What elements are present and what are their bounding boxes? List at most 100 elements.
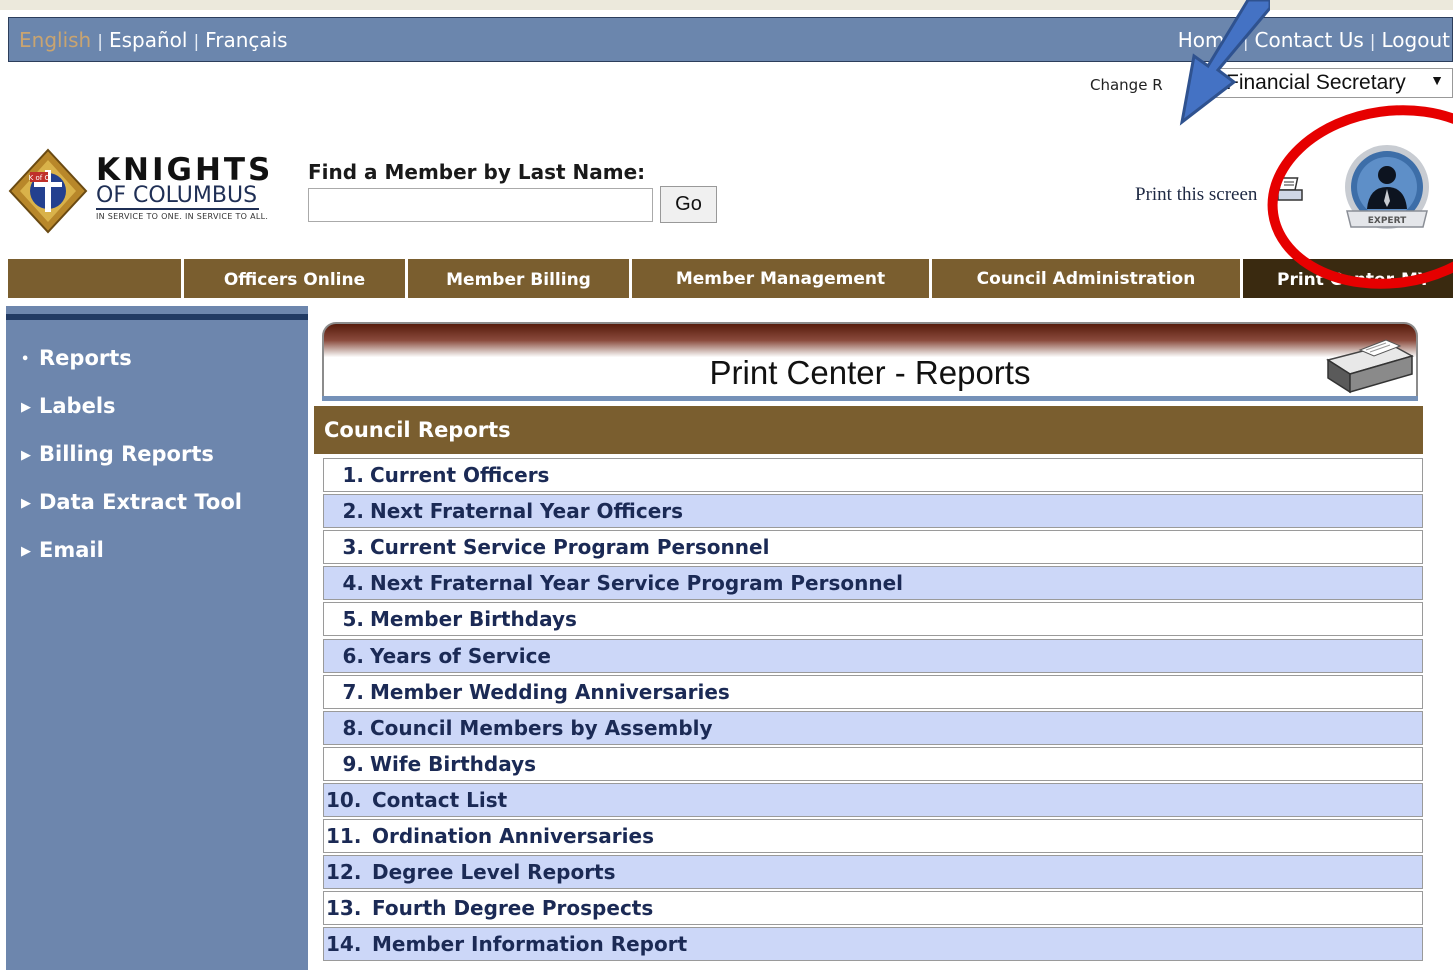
emblem-icon: K of C [8,148,88,234]
print-center-header: Print Center - Reports [322,322,1418,398]
logo-tagline: IN SERVICE TO ONE. IN SERVICE TO ALL. [96,212,269,221]
svg-text:K of C: K of C [29,174,50,182]
report-label: Current Officers [370,463,550,487]
report-item[interactable]: 11. Ordination Anniversaries [323,819,1423,853]
report-label: Fourth Degree Prospects [372,896,654,921]
go-button[interactable]: Go [660,186,717,223]
report-item[interactable]: 12. Degree Level Reports [323,855,1423,890]
tab-member-management[interactable]: Member Management [629,259,929,298]
report-label: Years of Service [370,643,551,668]
report-item[interactable]: 3. Current Service Program Personnel [323,530,1423,565]
sidebar-item-labels[interactable]: ▶ Labels [21,394,116,418]
report-label: Member Information Report [372,932,688,957]
main-nav: Officers Online Member Billing Member Ma… [8,259,1453,298]
bullet-icon: • [21,352,30,367]
report-number: 12. [326,860,362,885]
report-number: 9. [342,751,364,776]
report-item[interactable]: 7. Member Wedding Anniversaries [323,674,1423,709]
report-number: 14. [326,932,362,957]
caret-right-icon: ▶ [21,448,31,463]
header-underline [322,396,1418,401]
find-member-label: Find a Member by Last Name: [308,160,646,184]
logo-word-columbus: OF COLUMBUS [96,183,260,210]
sidebar-item-label: Labels [39,394,116,418]
report-number: 11. [326,824,362,848]
contact-us-link[interactable]: Contact Us [1255,28,1364,52]
report-label: Next Fraternal Year Officers [370,499,684,524]
report-label: Wife Birthdays [370,751,537,776]
caret-right-icon: ▶ [21,400,31,415]
report-label: Current Service Program Personnel [370,535,770,560]
report-label: Next Fraternal Year Service Program Pers… [370,571,904,596]
language-links: English | Español | Français [19,28,288,52]
sidebar-item-label: Email [39,538,104,562]
report-label: Ordination Anniversaries [372,824,654,848]
knights-of-columbus-logo[interactable]: K of C KNIGHTS OF COLUMBUS IN SERVICE TO… [8,148,298,234]
sidebar-divider [6,314,308,320]
report-number: 7. [342,679,364,704]
report-label: Contact List [372,787,508,812]
tab-member-billing[interactable]: Member Billing [405,259,629,298]
report-number: 6. [342,643,364,668]
report-number: 13. [326,896,362,921]
top-strip [0,0,1453,10]
report-item[interactable]: 13. Fourth Degree Prospects [323,891,1423,926]
sidebar-item-billing-reports[interactable]: ▶ Billing Reports [21,442,214,466]
report-list: 1. Current Officers 2. Next Fraternal Year … [314,454,1423,966]
report-number: 1. [342,463,364,487]
page-title: Print Center - Reports [709,354,1031,391]
sidebar-item-data-extract-tool[interactable]: ▶ Data Extract Tool [21,490,242,514]
separator: | [1242,32,1249,52]
sidebar-item-label: Billing Reports [39,442,214,466]
sidebar-item-reports[interactable]: • Reports [21,346,132,370]
sidebar-item-label: Data Extract Tool [39,490,242,514]
separator: | [193,32,200,52]
role-select[interactable]: Financial Secretary ▼ [1213,68,1453,98]
report-item[interactable]: 9. Wife Birthdays [323,746,1423,781]
change-role-label: Change R [1090,76,1163,94]
report-item[interactable]: 14. Member Information Report [323,927,1423,962]
separator: | [97,32,103,52]
report-item[interactable]: 2. Next Fraternal Year Officers [323,494,1423,529]
expert-badge-icon[interactable]: EXPERT [1337,143,1441,243]
report-number: 8. [342,715,364,740]
report-number: 10. [326,787,362,812]
report-label: Degree Level Reports [372,860,616,885]
utility-links: Home | Contact Us | Logout [1178,28,1450,52]
sidebar: • Reports ▶ Labels ▶ Billing Reports ▶ Data … [6,306,308,970]
print-screen-link[interactable]: Print this screen [1135,184,1257,206]
home-link[interactable]: Home [1178,28,1237,52]
printer-graphic-icon [1326,339,1414,394]
council-reports-header: Council Reports [314,406,1423,454]
last-name-search-input[interactable] [308,188,653,222]
report-number: 5. [342,607,364,632]
report-item[interactable]: 6. Years of Service [323,638,1423,673]
expert-badge-text: EXPERT [1368,216,1407,226]
report-item[interactable]: 8. Council Members by Assembly [323,710,1423,745]
sidebar-item-label: Reports [39,346,132,370]
report-label: Member Birthdays [370,607,577,632]
lang-english[interactable]: English [19,28,91,52]
sidebar-item-email[interactable]: ▶ Email [21,538,104,562]
printer-icon[interactable] [1276,176,1304,204]
separator: | [1369,32,1376,52]
language-bar: English | Español | Français Home | Contact Us… [8,17,1453,62]
report-item[interactable]: 10. Contact List [323,782,1423,817]
dropdown-arrow-icon: ▼ [1430,72,1444,88]
report-item[interactable]: 5. Member Birthdays [323,602,1423,637]
report-number: 4. [342,571,364,596]
report-label: Council Members by Assembly [370,715,713,740]
report-number: 2. [342,499,364,524]
role-selected-value: Financial Secretary [1226,71,1406,94]
tab-officers-online[interactable]: Officers Online [181,259,405,298]
report-label: Member Wedding Anniversaries [370,679,730,704]
lang-francais[interactable]: Français [205,28,287,52]
tab-print-center[interactable]: Print Center-MY [1240,259,1453,298]
report-item[interactable]: 1. Current Officers [323,458,1423,492]
logout-link[interactable]: Logout [1382,28,1450,52]
report-number: 3. [342,535,364,560]
tab-council-administration[interactable]: Council Administration [929,259,1240,298]
caret-right-icon: ▶ [21,544,31,559]
lang-espanol[interactable]: Español [109,28,187,52]
report-item[interactable]: 4. Next Fraternal Year Service Program Pe… [323,566,1423,601]
